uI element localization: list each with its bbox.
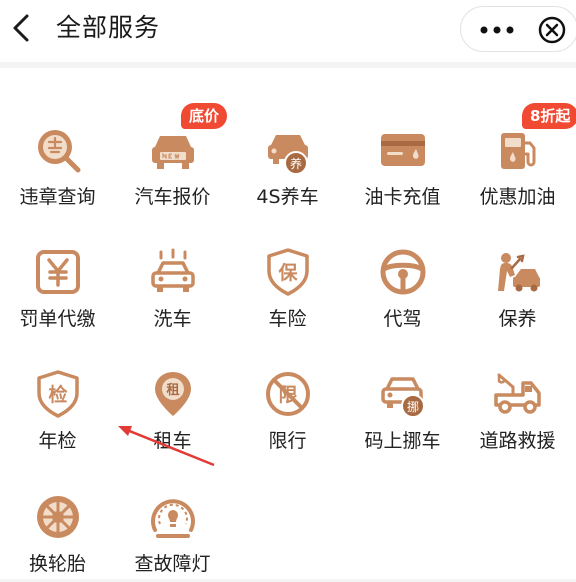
close-icon <box>538 16 566 44</box>
more-dots-icon <box>480 26 514 34</box>
discount-badge: 8折起 <box>522 103 576 129</box>
service-annual-inspection[interactable]: 检 年检 <box>0 349 115 459</box>
mechanic-icon <box>493 247 543 297</box>
close-button[interactable] <box>535 13 569 47</box>
svg-text:租: 租 <box>166 383 179 398</box>
service-label: 限行 <box>268 430 307 452</box>
insurance-shield-icon: 保 <box>263 247 313 297</box>
service-label: 码上挪车 <box>364 430 441 452</box>
fuel-pump-icon <box>493 125 543 175</box>
service-label: 代驾 <box>383 308 422 330</box>
rental-pin-icon: 租 <box>148 369 198 419</box>
service-warning-light-check[interactable]: 查故障灯 <box>115 472 230 582</box>
service-label: 车险 <box>268 308 307 330</box>
service-designated-driver[interactable]: 代驾 <box>345 227 460 337</box>
fuel-card-icon <box>378 125 428 175</box>
service-label: 洗车 <box>153 308 192 330</box>
tire-icon <box>33 492 83 542</box>
service-label: 换轮胎 <box>28 553 86 575</box>
service-car-rental[interactable]: 租 租车 <box>115 349 230 459</box>
car-maintenance-icon: 养 <box>263 125 313 175</box>
service-traffic-restriction[interactable]: 限 限行 <box>230 349 345 459</box>
service-fuel-card-topup[interactable]: 油卡充值 <box>345 105 460 215</box>
chevron-left-icon <box>13 14 29 42</box>
service-label: 优惠加油 <box>479 186 556 208</box>
warning-light-icon <box>148 492 198 542</box>
service-label: 保养 <box>498 308 537 330</box>
service-fine-payment[interactable]: 罚单代缴 <box>0 227 115 337</box>
service-label: 年检 <box>38 430 77 452</box>
service-label: 罚单代缴 <box>19 308 96 330</box>
service-violation-query[interactable]: 违章查询 <box>0 105 115 215</box>
page-title: 全部服务 <box>56 13 161 42</box>
service-label: 道路救援 <box>479 430 556 452</box>
discount-badge: 底价 <box>181 103 228 129</box>
svg-text:养: 养 <box>290 156 302 171</box>
service-car-insurance[interactable]: 保 车险 <box>230 227 345 337</box>
new-car-icon <box>148 125 198 175</box>
services-grid: 违章查询 底价 汽车报价 养 4S养车 油卡充值 8折起 优惠加油 罚单代缴 洗… <box>0 68 576 579</box>
service-4s-care[interactable]: 养 4S养车 <box>230 105 345 215</box>
more-button[interactable] <box>475 15 519 45</box>
inspection-shield-icon: 检 <box>33 369 83 419</box>
service-roadside-assistance[interactable]: 道路救援 <box>460 349 575 459</box>
svg-text:限: 限 <box>278 384 297 406</box>
service-label: 查故障灯 <box>134 553 211 575</box>
service-label: 汽车报价 <box>134 186 211 208</box>
svg-text:检: 检 <box>48 383 67 406</box>
service-car-wash[interactable]: 洗车 <box>115 227 230 337</box>
violation-search-icon <box>33 125 83 175</box>
mini-program-capsule <box>460 6 576 52</box>
svg-text:保: 保 <box>277 261 298 284</box>
service-tire-change[interactable]: 换轮胎 <box>0 472 115 582</box>
service-car-quote[interactable]: 底价 汽车报价 <box>115 103 230 215</box>
restriction-icon: 限 <box>263 369 313 419</box>
service-label: 租车 <box>153 430 192 452</box>
service-label: 违章查询 <box>19 186 96 208</box>
service-qr-move-car[interactable]: 挪 码上挪车 <box>345 349 460 459</box>
svg-text:挪: 挪 <box>407 400 419 414</box>
fine-ticket-icon <box>33 247 83 297</box>
steering-wheel-icon <box>378 247 428 297</box>
move-car-icon: 挪 <box>378 369 428 419</box>
top-bar: 全部服务 <box>0 0 576 62</box>
tow-truck-icon <box>493 369 543 419</box>
service-discount-fuel[interactable]: 8折起 优惠加油 <box>460 103 576 215</box>
service-maintenance[interactable]: 保养 <box>460 227 575 337</box>
back-button[interactable] <box>6 10 36 46</box>
car-wash-icon <box>148 247 198 297</box>
service-label: 油卡充值 <box>364 186 441 208</box>
service-label: 4S养车 <box>256 186 319 208</box>
